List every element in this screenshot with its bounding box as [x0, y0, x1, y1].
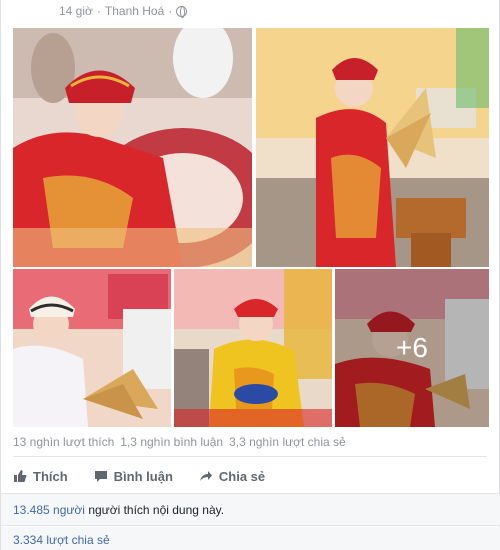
people-link[interactable]: người — [53, 503, 85, 517]
like-summary-text: người thích nội dung này. — [88, 503, 225, 517]
post-stats: 13 nghìn lượt thích 1,3 nghìn bình luận … — [13, 435, 346, 449]
post-meta: 14 giờ · Thanh Hoá · — [59, 3, 188, 19]
shares-summary: 3.334 lượt chia sẻ — [1, 527, 500, 550]
photo-2[interactable] — [256, 28, 489, 267]
share-button-label: Chia sẻ — [218, 468, 266, 484]
shares-count[interactable]: 3,3 nghìn lượt chia sẻ — [229, 435, 346, 449]
comment-button-label: Bình luận — [113, 468, 173, 484]
share-count-link[interactable]: 3.334 lượt chia sẻ — [13, 533, 110, 547]
more-photos-count: +6 — [396, 332, 428, 363]
action-bar: Thích Bình luận Chia sẻ — [13, 462, 265, 490]
photo-5[interactable]: +6 — [335, 269, 489, 427]
comments-count[interactable]: 1,3 nghìn bình luận — [120, 435, 223, 449]
share-icon — [199, 471, 212, 481]
like-button[interactable]: Thích — [13, 469, 68, 484]
divider — [13, 456, 487, 457]
like-button-label: Thích — [33, 468, 68, 484]
thumbs-up-icon — [14, 470, 27, 482]
likes-count[interactable]: 13 nghìn lượt thích — [13, 435, 114, 449]
comment-button[interactable]: Bình luận — [94, 469, 173, 484]
photo-3[interactable] — [13, 269, 171, 427]
post-card: 14 giờ · Thanh Hoá · +6 13 nghìn lượt th… — [0, 0, 500, 550]
more-photos-overlay[interactable]: +6 — [335, 269, 489, 427]
comment-icon — [94, 471, 107, 482]
post-location[interactable]: Thanh Hoá — [105, 4, 164, 18]
post-time[interactable]: 14 giờ — [59, 4, 93, 18]
meta-separator: · — [168, 4, 173, 18]
likes-summary: 13.485 người người thích nội dung này. — [1, 493, 500, 526]
like-count-link[interactable]: 13.485 — [13, 503, 50, 517]
meta-separator: · — [96, 4, 101, 18]
globe-icon[interactable] — [176, 5, 188, 18]
photo-4[interactable] — [174, 269, 332, 427]
share-button[interactable]: Chia sẻ — [199, 469, 265, 484]
photo-1[interactable] — [13, 28, 252, 267]
